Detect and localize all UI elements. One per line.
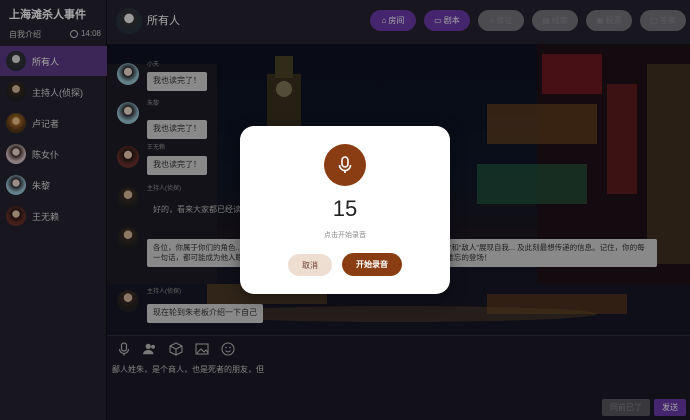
record-dialog: 15 点击开始录音 取消 开始录音 bbox=[240, 126, 450, 294]
record-mic-button[interactable] bbox=[324, 144, 366, 186]
microphone-icon bbox=[338, 156, 352, 173]
countdown-value: 15 bbox=[332, 196, 358, 221]
record-hint: 点击开始录音 bbox=[324, 232, 366, 239]
start-recording-button[interactable]: 开始录音 bbox=[342, 253, 402, 276]
cancel-button[interactable]: 取消 bbox=[288, 254, 332, 276]
